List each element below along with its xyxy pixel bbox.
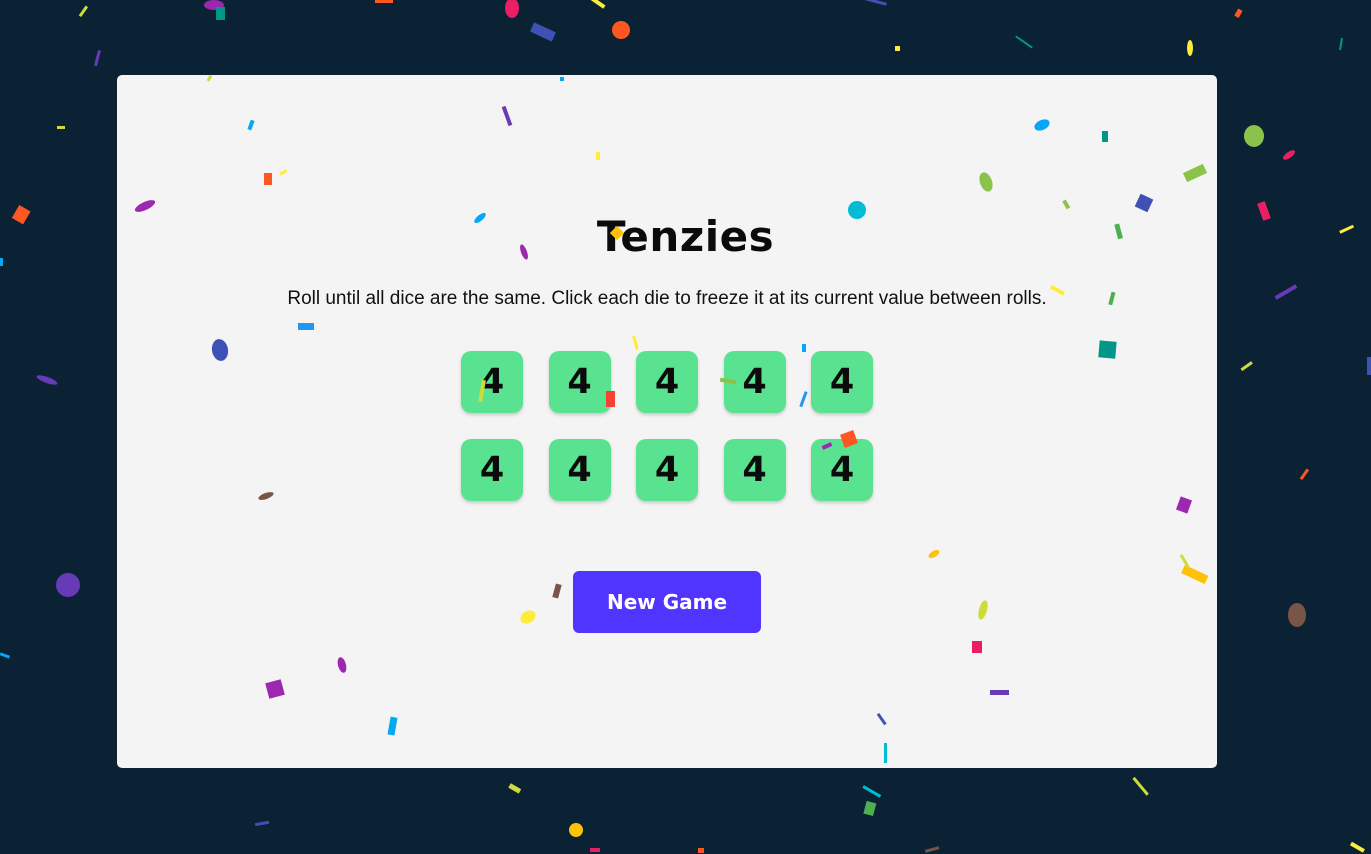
- die-6[interactable]: 4: [461, 439, 523, 501]
- dice-grid: 4 4 4 4 4 4 4 4 4 4: [461, 351, 873, 501]
- die-value: 4: [567, 450, 592, 490]
- die-value: 4: [742, 362, 767, 402]
- page-title: Tenzies: [596, 212, 775, 261]
- die-7[interactable]: 4: [548, 439, 611, 501]
- die-1[interactable]: 4: [461, 351, 523, 413]
- die-9[interactable]: 4: [723, 439, 786, 501]
- instructions-text: Roll until all dice are the same. Click …: [287, 288, 1047, 309]
- die-5[interactable]: 4: [811, 351, 873, 413]
- die-value: 4: [742, 450, 767, 490]
- die-10[interactable]: 4: [811, 439, 873, 501]
- die-4[interactable]: 4: [723, 351, 786, 413]
- die-value: 4: [654, 362, 680, 402]
- die-value: 4: [479, 362, 505, 402]
- die-8[interactable]: 4: [636, 439, 698, 501]
- die-value: 4: [654, 450, 680, 490]
- die-value: 4: [479, 450, 505, 490]
- die-value: 4: [829, 362, 855, 402]
- die-2[interactable]: 4: [548, 351, 611, 413]
- die-value: 4: [829, 450, 855, 490]
- die-3[interactable]: 4: [636, 351, 698, 413]
- die-value: 4: [567, 362, 592, 402]
- new-game-button[interactable]: New Game: [573, 571, 761, 633]
